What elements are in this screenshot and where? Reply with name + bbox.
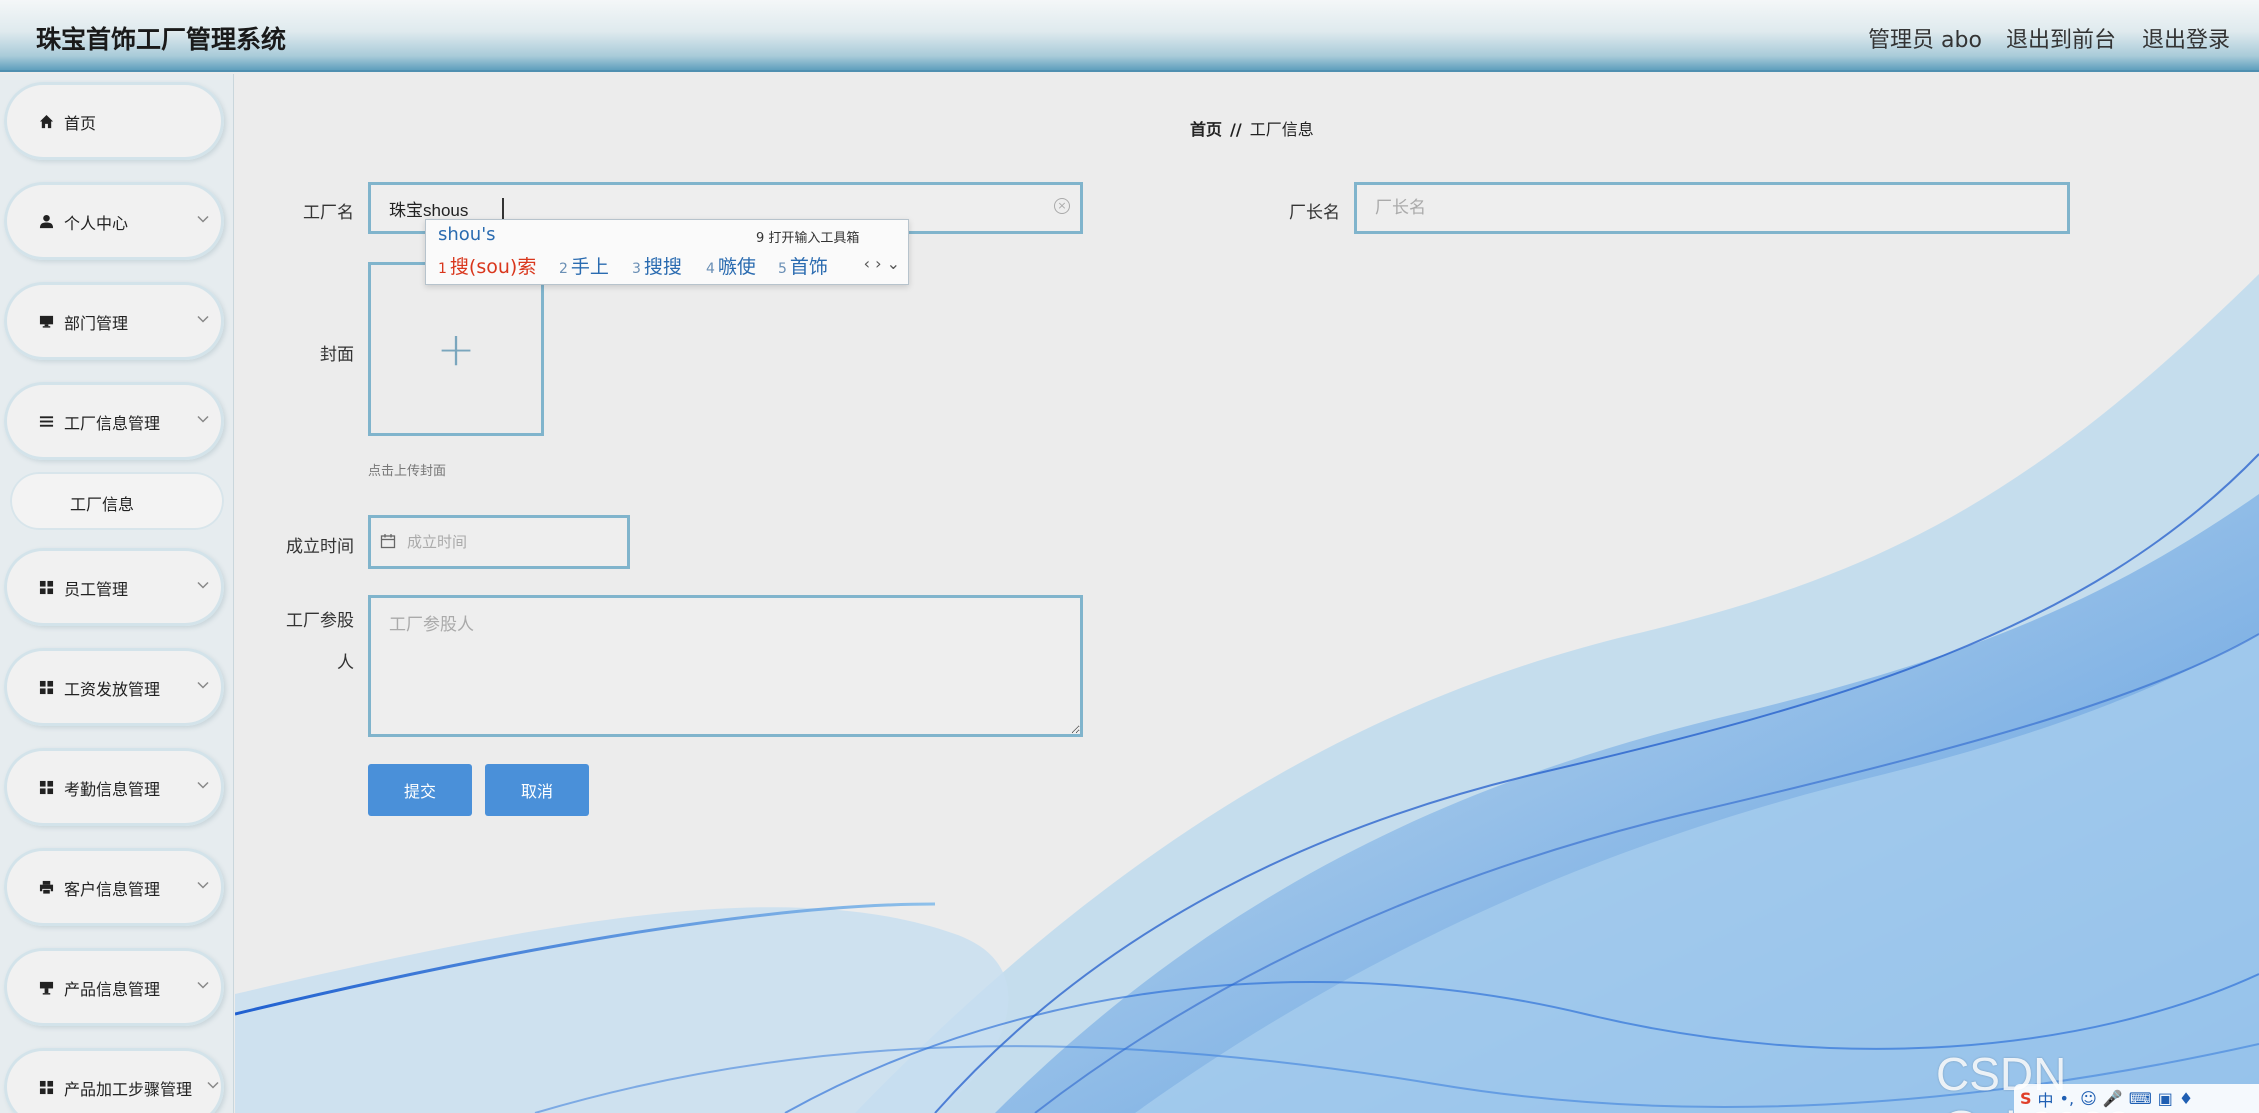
ime-toolbox-link[interactable]: 9 打开输入工具箱 [756,227,859,246]
ime-tray: S 中 •, ☺ 🎤 ⌨ ▣ ♦ [2014,1084,2259,1113]
top-header: 珠宝首饰工厂管理系统 管理员 abo 退出到前台 退出登录 [0,0,2259,72]
plus-icon: + [436,322,476,376]
home-icon [38,113,54,129]
breadcrumb-separator: // [1230,120,1242,139]
app-title: 珠宝首饰工厂管理系统 [36,25,287,54]
punctuation-icon[interactable]: •, [2060,1089,2075,1108]
ime-page-nav[interactable]: ‹ › ⌄ [864,254,900,273]
breadcrumb: 首页 // 工厂信息 [1190,116,1314,140]
sidebar: 首页 个人中心 部门管理 工厂信息管理 工厂信息 员工管理 工资发放管理 考勤信… [0,74,234,1113]
ime-candidate[interactable]: 1 搜(sou)索 [438,252,536,279]
cover-upload-hint: 点击上传封面 [368,464,447,479]
sidebar-item-label: 工资发放管理 [64,680,161,699]
list-icon [38,413,54,429]
chevron-down-icon [197,315,209,323]
exit-to-front-link[interactable]: 退出到前台 [2006,22,2116,54]
monitor-icon [38,313,54,329]
sidebar-item-label: 首页 [64,114,97,133]
ime-candidate-popup: shou's 9 打开输入工具箱 1 搜(sou)索 2 手上 3 搜搜 4 嗾使 5首… [425,219,909,285]
ime-candidate[interactable]: 4 嗾使 [706,252,756,279]
cover-label: 封面 [320,345,354,365]
keyboard-icon[interactable]: ⌨ [2129,1089,2152,1108]
sidebar-item-salary[interactable]: 工资发放管理 [4,648,224,726]
mic-icon[interactable]: 🎤 [2103,1089,2123,1108]
breadcrumb-current: 工厂信息 [1249,120,1314,139]
chevron-down-icon [197,581,209,589]
sidebar-item-label: 个人中心 [64,214,129,233]
chevron-down-icon [197,681,209,689]
chevron-down-icon [197,215,209,223]
sidebar-item-department[interactable]: 部门管理 [4,282,224,360]
sidebar-item-label: 产品信息管理 [64,980,161,999]
shareholder-label-wrap: 人 [337,653,354,673]
sidebar-item-product[interactable]: 产品信息管理 [4,948,224,1026]
factory-name-label: 工厂名 [303,203,354,223]
skin-icon[interactable]: ▣ [2158,1089,2173,1108]
ime-candidate[interactable]: 2 手上 [559,252,609,279]
ime-composition: shou's [438,224,496,245]
sidebar-item-label: 部门管理 [64,314,129,333]
text-cursor [502,198,504,220]
submit-button[interactable]: 提交 [368,764,472,816]
sidebar-item-label: 工厂信息管理 [64,414,161,433]
logout-link[interactable]: 退出登录 [2142,22,2230,54]
ime-lang-toggle[interactable]: 中 [2038,1087,2054,1111]
cover-uploader[interactable]: + [368,262,544,436]
sidebar-item-label: 产品加工步骤管理 [64,1080,193,1099]
grid-icon [38,579,54,595]
manager-name-input[interactable] [1354,182,2070,234]
grid-icon [38,779,54,795]
print-stand-icon [38,979,54,995]
chevron-down-icon [197,981,209,989]
sidebar-subitem-factory-info[interactable]: 工厂信息 [10,472,224,530]
sidebar-subitem-label: 工厂信息 [70,495,135,514]
sidebar-item-product-steps[interactable]: 产品加工步骤管理 [4,1048,224,1113]
established-date-label: 成立时间 [286,537,354,557]
manager-name-label: 厂长名 [1289,203,1340,223]
sidebar-item-label: 考勤信息管理 [64,780,161,799]
breadcrumb-home[interactable]: 首页 [1190,120,1222,139]
ime-candidate[interactable]: 5 首饰 [778,252,828,279]
chevron-down-icon [197,881,209,889]
user-icon [38,213,54,229]
shareholder-textarea[interactable] [368,595,1083,737]
cancel-button[interactable]: 取消 [485,764,589,816]
grid-icon [38,1079,54,1095]
admin-user-link[interactable]: 管理员 abo [1868,22,1982,54]
sidebar-item-factory-info[interactable]: 工厂信息管理 [4,382,224,460]
chevron-down-icon [197,415,209,423]
sidebar-item-personal-center[interactable]: 个人中心 [4,182,224,260]
clear-icon[interactable]: × [1054,198,1070,214]
sidebar-item-staff[interactable]: 员工管理 [4,548,224,626]
emoji-icon[interactable]: ☺ [2080,1089,2097,1108]
grid-icon [38,679,54,695]
established-date-input[interactable] [368,515,630,569]
sogou-logo-icon[interactable]: S [2020,1089,2032,1108]
chevron-down-icon [207,1081,219,1089]
chevron-down-icon [197,781,209,789]
calendar-icon [380,534,396,549]
sidebar-item-home[interactable]: 首页 [4,82,224,160]
shirt-icon[interactable]: ♦ [2179,1089,2193,1108]
sidebar-item-attendance[interactable]: 考勤信息管理 [4,748,224,826]
sidebar-item-label: 客户信息管理 [64,880,161,899]
sidebar-item-label: 员工管理 [64,580,129,599]
printer-icon [38,879,54,895]
ime-candidate[interactable]: 3 搜搜 [632,252,682,279]
shareholder-label: 工厂参股 [286,611,354,631]
sidebar-item-customer[interactable]: 客户信息管理 [4,848,224,926]
